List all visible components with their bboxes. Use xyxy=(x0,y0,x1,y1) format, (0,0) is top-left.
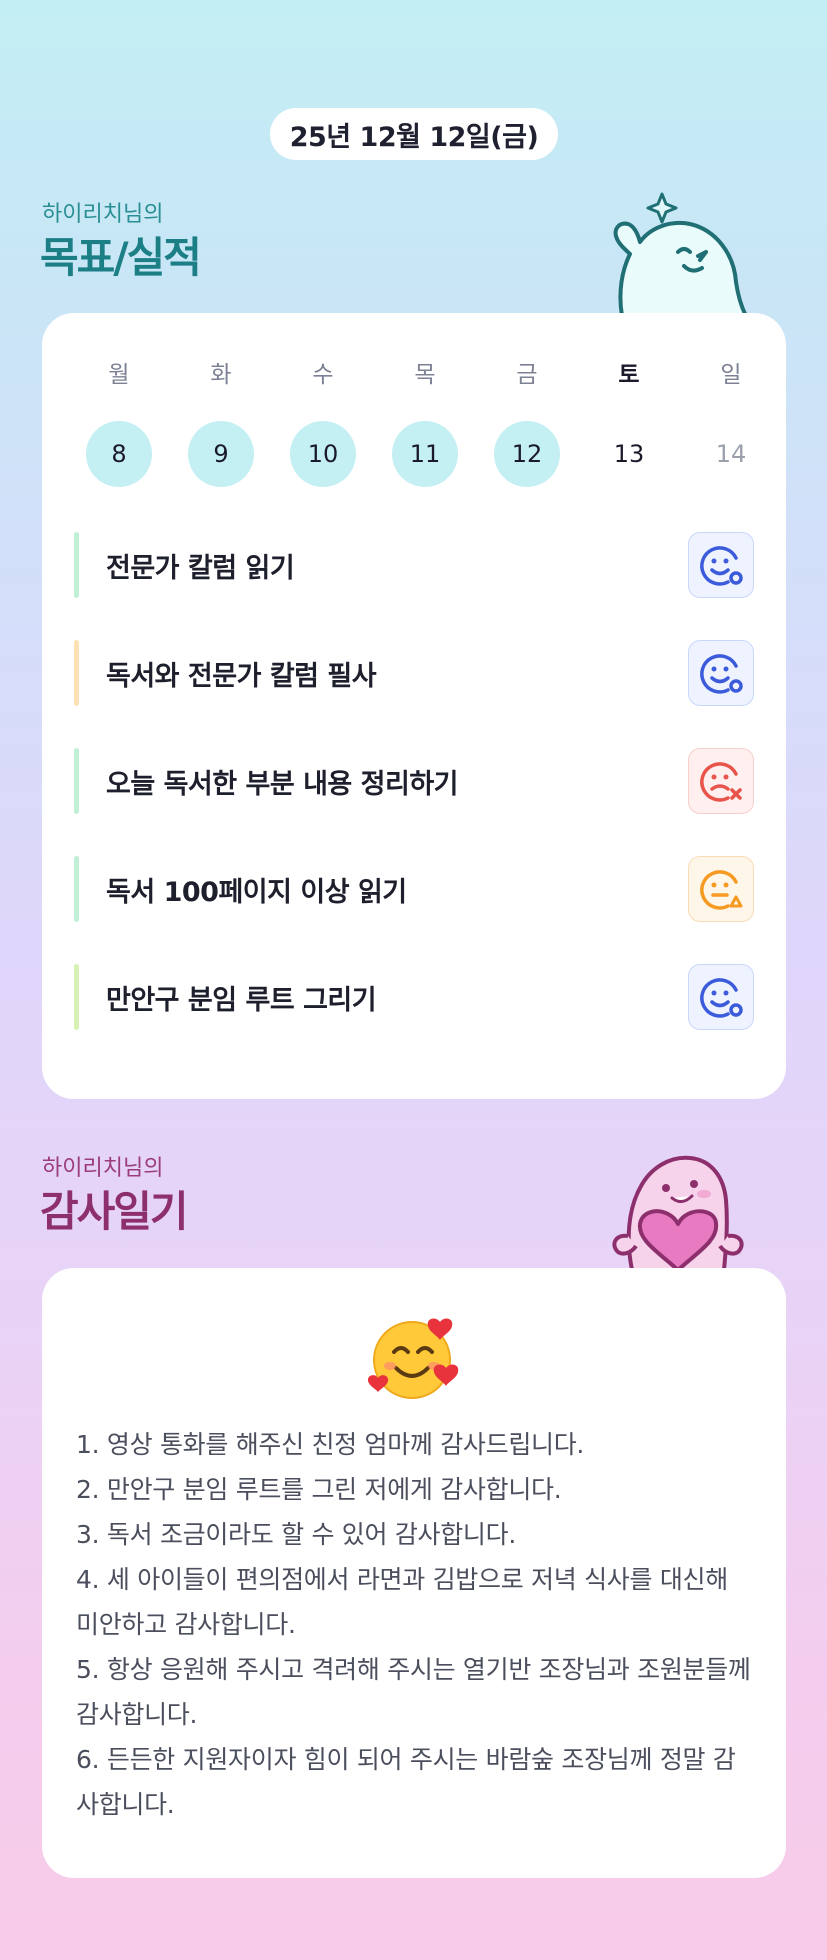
goal-text: 독서와 전문가 칼럼 필사 xyxy=(106,661,377,692)
weekday-label-thu: 목 xyxy=(414,362,436,388)
thanks-line: 3. 독서 조금이라도 할 수 있어 감사합니다. xyxy=(76,1520,516,1549)
thanks-title: 감사일기 xyxy=(40,1187,189,1236)
goal-color-bar xyxy=(74,856,79,922)
date-text: 25년 12월 12일(금) xyxy=(289,121,539,153)
goal-color-bar xyxy=(74,532,79,598)
day-13[interactable]: 13 xyxy=(596,421,662,487)
goal-item[interactable]: 만안구 분임 루트 그리기 xyxy=(74,964,754,1030)
weekday-label-sat: 토 xyxy=(618,362,640,388)
date-pill[interactable]: 25년 12월 12일(금) xyxy=(270,108,558,160)
sad-x-icon xyxy=(700,762,742,802)
goal-text: 오늘 독서한 부분 내용 정리하기 xyxy=(106,769,459,800)
ghost-mascot-icon xyxy=(613,192,748,316)
smile-circle-icon xyxy=(700,546,743,586)
day-9[interactable]: 9 xyxy=(188,421,254,487)
weekday-label-wed: 수 xyxy=(312,362,334,388)
goal-color-bar xyxy=(74,964,79,1030)
smiling-face-with-hearts-icon xyxy=(368,1318,459,1399)
goal-text: 독서 100페이지 이상 읽기 xyxy=(106,877,407,908)
goals-title: 목표/실적 xyxy=(40,233,202,282)
weekday-label-mon: 월 xyxy=(108,362,130,388)
neutral-triangle-icon xyxy=(700,870,743,910)
day-10[interactable]: 10 xyxy=(290,421,356,487)
thanks-line: 4. 세 아이들이 편의점에서 라면과 김밥으로 저녁 식사를 대신해 미안하고… xyxy=(76,1565,728,1639)
weekday-label-fri: 금 xyxy=(516,362,538,388)
goal-status-button[interactable] xyxy=(688,640,754,706)
goal-status-button[interactable] xyxy=(688,964,754,1030)
smile-circle-icon xyxy=(700,654,743,694)
day-8[interactable]: 8 xyxy=(86,421,152,487)
heart-mascot-icon xyxy=(612,1155,744,1270)
smile-circle-icon xyxy=(700,978,743,1018)
goal-text: 전문가 칼럼 읽기 xyxy=(106,553,295,584)
goal-status-button[interactable] xyxy=(688,748,754,814)
goal-status-button[interactable] xyxy=(688,856,754,922)
weekday-label-tue: 화 xyxy=(210,362,232,388)
goal-text: 만안구 분임 루트 그리기 xyxy=(106,985,377,1016)
goal-status-button[interactable] xyxy=(688,532,754,598)
thanks-card: 1. 영상 통화를 해주신 친정 엄마께 감사드립니다. 2. 만안구 분임 루… xyxy=(42,1268,786,1878)
goal-item[interactable]: 독서 100페이지 이상 읽기 xyxy=(74,856,754,922)
thanks-line: 6. 든든한 지원자이자 힘이 되어 주시는 바람숲 조장님께 정말 감사합니다… xyxy=(76,1745,736,1819)
thanks-line: 1. 영상 통화를 해주신 친정 엄마께 감사드립니다. xyxy=(76,1430,585,1459)
thanks-line: 5. 항상 응원해 주시고 격려해 주시는 열기반 조장님과 조원분들께 감사합… xyxy=(76,1655,751,1729)
week-calendar: 월 화 수 목 금 토 일 8 9 10 11 12 13 14 xyxy=(86,355,806,495)
weekday-label-sun: 일 xyxy=(720,362,742,388)
day-14[interactable]: 14 xyxy=(698,421,764,487)
goal-item[interactable]: 전문가 칼럼 읽기 xyxy=(74,532,754,598)
goals-card: 월 화 수 목 금 토 일 8 9 10 11 12 13 14 전문가 칼럼 … xyxy=(42,313,786,1099)
goal-item[interactable]: 오늘 독서한 부분 내용 정리하기 xyxy=(74,748,754,814)
goal-color-bar xyxy=(74,748,79,814)
goal-color-bar xyxy=(74,640,79,706)
thanks-list: 1. 영상 통화를 해주신 친정 엄마께 감사드립니다. 2. 만안구 분임 루… xyxy=(76,1422,756,1827)
goal-item[interactable]: 독서와 전문가 칼럼 필사 xyxy=(74,640,754,706)
day-11[interactable]: 11 xyxy=(392,421,458,487)
thanks-line: 2. 만안구 분임 루트를 그린 저에게 감사합니다. xyxy=(76,1475,562,1504)
day-12[interactable]: 12 xyxy=(494,421,560,487)
